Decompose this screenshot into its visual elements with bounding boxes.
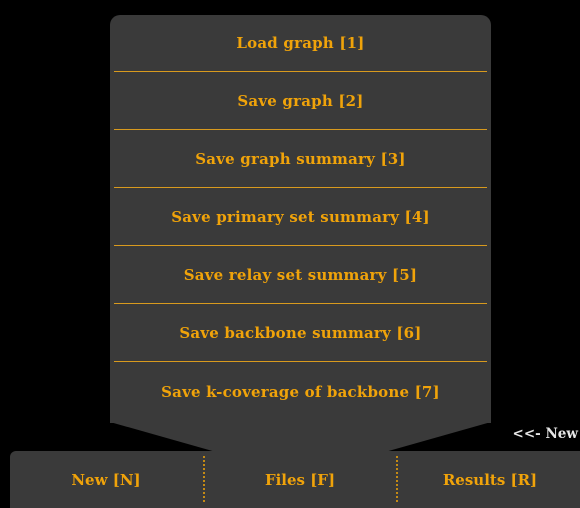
menu-item-save-graph-summary[interactable]: Save graph summary [3] bbox=[114, 131, 487, 188]
tab-files[interactable]: Files [F] bbox=[205, 451, 395, 508]
menu-item-save-k-coverage[interactable]: Save k-coverage of backbone [7] bbox=[114, 363, 487, 420]
menu-item-save-primary-set-summary[interactable]: Save primary set summary [4] bbox=[114, 189, 487, 246]
menu-item-save-backbone-summary[interactable]: Save backbone summary [6] bbox=[114, 305, 487, 362]
menu-item-save-graph[interactable]: Save graph [2] bbox=[114, 73, 487, 130]
popup-pointer bbox=[110, 422, 491, 452]
new-hint-label: <<- New bbox=[512, 426, 578, 442]
tab-results[interactable]: Results [R] bbox=[398, 451, 580, 508]
files-menu-popup: Load graph [1] Save graph [2] Save graph… bbox=[110, 15, 491, 423]
menu-item-load-graph[interactable]: Load graph [1] bbox=[114, 15, 487, 72]
bottom-tab-bar: New [N] Files [F] Results [R] bbox=[10, 451, 580, 508]
tab-new[interactable]: New [N] bbox=[10, 451, 202, 508]
menu-item-save-relay-set-summary[interactable]: Save relay set summary [5] bbox=[114, 247, 487, 304]
